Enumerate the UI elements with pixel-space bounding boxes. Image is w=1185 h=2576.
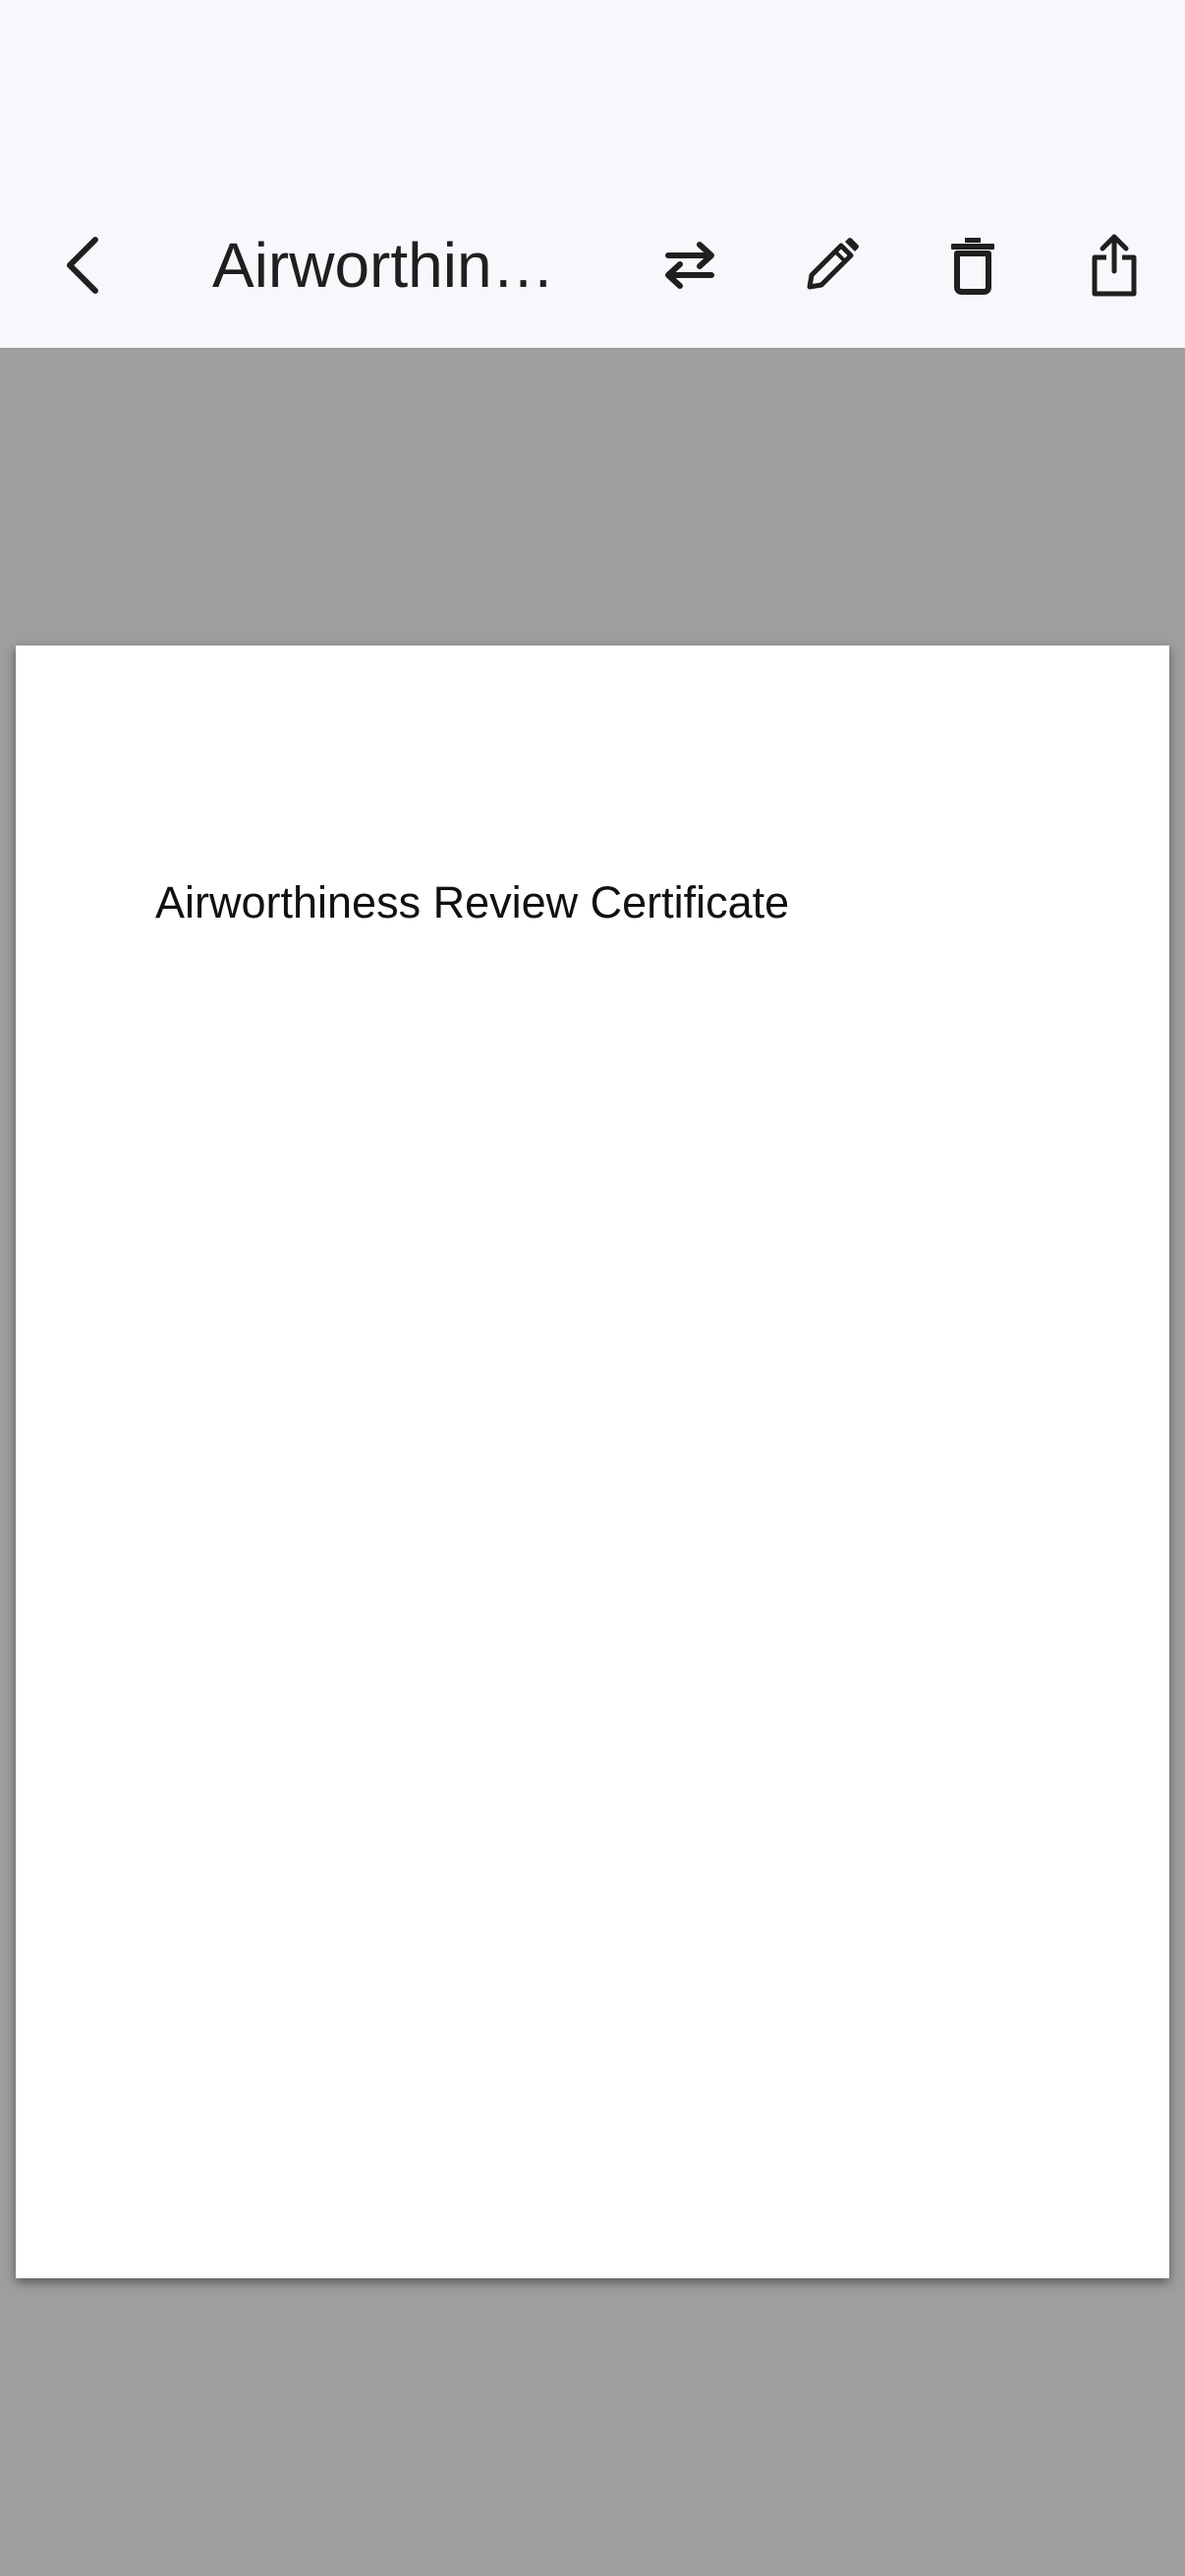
swap-button[interactable] — [641, 196, 739, 334]
document-viewer[interactable]: Airworthiness Review Certificate — [0, 348, 1185, 2576]
pencil-icon — [807, 238, 859, 290]
delete-button[interactable] — [924, 196, 1022, 334]
share-icon — [1092, 234, 1137, 297]
toolbar: Airworthiness Review Certificate — [0, 196, 1185, 334]
edit-button[interactable] — [782, 196, 880, 334]
document-page[interactable]: Airworthiness Review Certificate — [16, 645, 1169, 2278]
swap-horizontal-icon — [665, 242, 714, 289]
document-heading: Airworthiness Review Certificate — [155, 877, 790, 927]
document-title: Airworthiness Review Certificate — [212, 230, 566, 301]
status-bar-area — [0, 0, 1185, 196]
chevron-left-icon — [67, 237, 98, 294]
trash-icon — [951, 238, 994, 295]
back-button[interactable] — [39, 196, 128, 334]
share-button[interactable] — [1065, 196, 1163, 334]
top-app-bar: Airworthiness Review Certificate — [0, 0, 1185, 348]
